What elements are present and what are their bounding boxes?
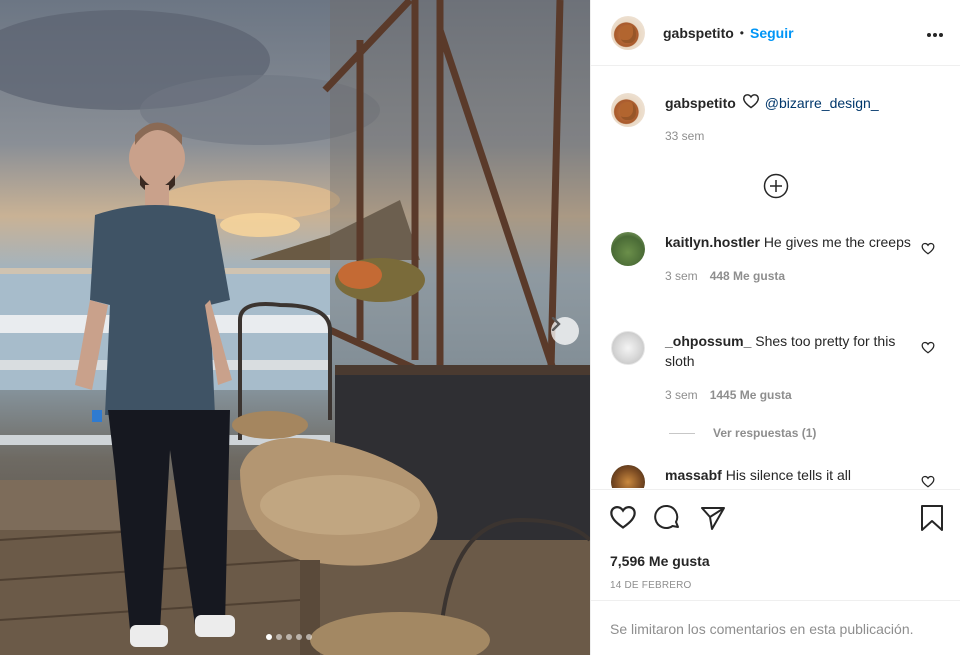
heart-icon: [921, 242, 935, 255]
caption-username[interactable]: gabspetito: [665, 95, 736, 111]
comment-item: massabf His silence tells it all: [611, 465, 951, 488]
likes-count[interactable]: 7,596 Me gusta: [610, 553, 710, 569]
header-separator: •: [739, 25, 744, 40]
comment-time[interactable]: 3 sem: [665, 266, 698, 286]
carousel-dot: [286, 634, 292, 640]
comment-button[interactable]: [654, 504, 682, 537]
author-avatar[interactable]: [611, 15, 645, 50]
caption-mention-link[interactable]: @bizarre_design_: [765, 95, 879, 111]
heart-icon: [610, 505, 636, 529]
carousel-dot: [296, 634, 302, 640]
comment-item: _ohpossum_ Shes too pretty for this slot…: [611, 331, 951, 405]
action-bar: [609, 504, 945, 534]
comment-username[interactable]: kaitlyn.hostler: [665, 234, 760, 250]
follow-button[interactable]: Seguir: [750, 25, 794, 41]
view-replies-button[interactable]: Ver respuestas (1): [669, 426, 816, 440]
carousel-dot: [266, 634, 272, 640]
photo-scene: [0, 0, 590, 655]
commenter-avatar[interactable]: [611, 331, 645, 365]
comment-username[interactable]: massabf: [665, 467, 722, 483]
commenter-avatar[interactable]: [611, 465, 645, 488]
comments-limited-notice: Se limitaron los comentarios en esta pub…: [591, 600, 960, 655]
comment-icon: [654, 505, 679, 529]
comment-username[interactable]: _ohpossum_: [665, 333, 751, 349]
heart-icon: [742, 93, 760, 112]
comment-text: His silence tells it all: [725, 467, 851, 483]
comments-section[interactable]: gabspetito @bizarre_design_ 33 sem kaitl…: [591, 67, 960, 488]
save-button[interactable]: [919, 504, 945, 537]
view-replies-label: Ver respuestas (1): [713, 426, 817, 440]
commenter-avatar[interactable]: [611, 232, 645, 266]
load-more-comments-button[interactable]: [763, 173, 789, 199]
carousel-indicator: [266, 634, 312, 640]
carousel-dot: [276, 634, 282, 640]
post-header: gabspetito • Seguir: [591, 0, 960, 66]
post-actions: 7,596 Me gusta 14 DE FEBRERO Se limitaro…: [591, 489, 960, 655]
author-username[interactable]: gabspetito: [663, 25, 734, 41]
post-date[interactable]: 14 DE FEBRERO: [610, 580, 692, 591]
comment-time[interactable]: 3 sem: [665, 385, 698, 405]
caption-timestamp[interactable]: 33 sem: [665, 129, 879, 143]
like-button[interactable]: [609, 504, 637, 535]
post-photo[interactable]: [0, 0, 590, 655]
comment-likes[interactable]: 448 Me gusta: [710, 266, 785, 286]
heart-icon: [921, 475, 935, 488]
share-button[interactable]: [699, 504, 727, 537]
bookmark-icon: [921, 505, 943, 531]
heart-icon: [921, 341, 935, 354]
post-caption: gabspetito @bizarre_design_ 33 sem: [611, 93, 879, 143]
comment-likes[interactable]: 1445 Me gusta: [710, 385, 792, 405]
post-side-panel: gabspetito • Seguir gabspetito @bizarre_…: [590, 0, 960, 655]
chevron-right-icon: [551, 317, 561, 331]
comment-item: kaitlyn.hostler He gives me the creeps 3…: [611, 232, 951, 286]
replies-divider: [669, 432, 695, 434]
comment-like-button[interactable]: [921, 242, 935, 256]
more-horizontal-icon: [927, 33, 943, 37]
carousel-next-button[interactable]: [551, 317, 579, 345]
comment-like-button[interactable]: [921, 475, 935, 488]
caption-avatar[interactable]: [611, 93, 645, 127]
more-options-button[interactable]: [926, 22, 944, 43]
plus-circle-icon: [763, 173, 789, 199]
comment-text: He gives me the creeps: [763, 234, 911, 250]
comment-like-button[interactable]: [921, 341, 935, 355]
carousel-dot: [306, 634, 312, 640]
send-icon: [701, 507, 725, 530]
